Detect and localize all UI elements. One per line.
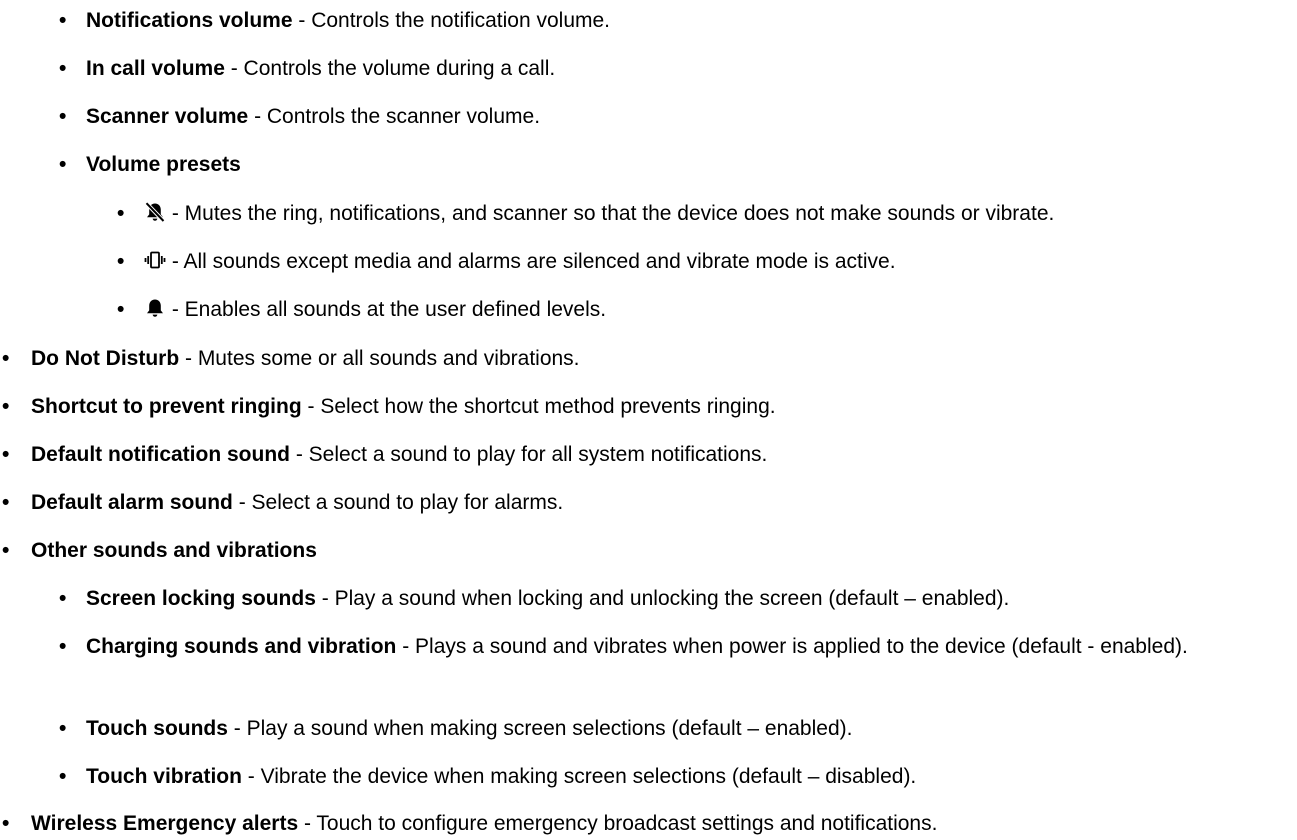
bullet: • bbox=[59, 57, 67, 80]
term-touch-vibration: Touch vibration bbox=[86, 765, 242, 788]
list-item-do-not-disturb: • Do Not Disturb - Mutes some or all sou… bbox=[2, 342, 580, 375]
term-other-sounds: Other sounds and vibrations bbox=[31, 539, 317, 562]
bullet: • bbox=[59, 587, 67, 610]
desc-notifications-volume: - Controls the notification volume. bbox=[292, 9, 611, 32]
term-screen-locking-sounds: Screen locking sounds bbox=[86, 587, 316, 610]
sound-settings-document: • Notifications volume - Controls the no… bbox=[0, 0, 1297, 839]
term-wireless-emergency-alerts: Wireless Emergency alerts bbox=[31, 812, 299, 835]
term-touch-sounds: Touch sounds bbox=[86, 717, 228, 740]
bullet: • bbox=[2, 395, 10, 418]
list-item-preset-sound: • - Enables all sounds at the user defin… bbox=[117, 293, 606, 326]
bullet: • bbox=[59, 105, 67, 128]
bullet: • bbox=[2, 443, 10, 466]
term-default-notification-sound: Default notification sound bbox=[31, 443, 290, 466]
bullet: • bbox=[2, 812, 10, 835]
desc-preset-sound: - Enables all sounds at the user defined… bbox=[166, 298, 607, 321]
bullet: • bbox=[59, 717, 67, 740]
bullet: • bbox=[117, 250, 125, 273]
list-item-in-call-volume: • In call volume - Controls the volume d… bbox=[59, 52, 555, 85]
desc-default-notification-sound: - Select a sound to play for all system … bbox=[289, 443, 768, 466]
term-charging-sounds: Charging sounds and vibration bbox=[86, 635, 397, 658]
bell-off-icon bbox=[144, 201, 166, 223]
desc-wireless-emergency-alerts: - Touch to configure emergency broadcast… bbox=[298, 812, 938, 835]
term-do-not-disturb: Do Not Disturb bbox=[31, 347, 180, 370]
list-item-notifications-volume: • Notifications volume - Controls the no… bbox=[59, 4, 610, 37]
desc-scanner-volume: - Controls the scanner volume. bbox=[248, 105, 541, 128]
bullet: • bbox=[117, 298, 125, 321]
vibrate-icon bbox=[144, 249, 166, 271]
term-notifications-volume: Notifications volume bbox=[86, 9, 293, 32]
term-default-alarm-sound: Default alarm sound bbox=[31, 491, 233, 514]
desc-charging-sounds: - Plays a sound and vibrates when power … bbox=[396, 635, 1188, 658]
term-scanner-volume: Scanner volume bbox=[86, 105, 249, 128]
list-item-screen-locking-sounds: • Screen locking sounds - Play a sound w… bbox=[59, 582, 1009, 615]
bullet: • bbox=[2, 539, 10, 562]
desc-touch-sounds: - Play a sound when making screen select… bbox=[227, 717, 853, 740]
list-item-volume-presets: • Volume presets bbox=[59, 148, 241, 181]
list-item-default-alarm-sound: • Default alarm sound - Select a sound t… bbox=[2, 486, 563, 519]
list-item-touch-vibration: • Touch vibration - Vibrate the device w… bbox=[59, 760, 916, 793]
desc-do-not-disturb: - Mutes some or all sounds and vibration… bbox=[179, 347, 580, 370]
term-in-call-volume: In call volume bbox=[86, 57, 225, 80]
term-volume-presets: Volume presets bbox=[86, 153, 241, 176]
term-shortcut-prevent-ringing: Shortcut to prevent ringing bbox=[31, 395, 302, 418]
desc-in-call-volume: - Controls the volume during a call. bbox=[224, 57, 556, 80]
list-item-charging-sounds: • Charging sounds and vibration - Plays … bbox=[59, 630, 1244, 663]
desc-preset-vibrate: - All sounds except media and alarms are… bbox=[166, 250, 896, 273]
list-item-preset-mute: • - Mutes the ring, notifications, and s… bbox=[117, 197, 1054, 230]
bullet: • bbox=[59, 153, 67, 176]
list-item-touch-sounds: • Touch sounds - Play a sound when makin… bbox=[59, 712, 852, 745]
bullet: • bbox=[59, 9, 67, 32]
list-item-other-sounds: • Other sounds and vibrations bbox=[2, 534, 317, 567]
bell-icon bbox=[144, 297, 166, 319]
desc-preset-mute: - Mutes the ring, notifications, and sca… bbox=[166, 202, 1055, 225]
list-item-wireless-emergency-alerts: • Wireless Emergency alerts - Touch to c… bbox=[2, 807, 937, 840]
bullet: • bbox=[2, 491, 10, 514]
desc-default-alarm-sound: - Select a sound to play for alarms. bbox=[232, 491, 564, 514]
bullet: • bbox=[59, 765, 67, 788]
list-item-scanner-volume: • Scanner volume - Controls the scanner … bbox=[59, 100, 540, 133]
bullet: • bbox=[59, 635, 67, 658]
list-item-shortcut-prevent-ringing: • Shortcut to prevent ringing - Select h… bbox=[2, 390, 776, 423]
bullet: • bbox=[117, 202, 125, 225]
desc-shortcut-prevent-ringing: - Select how the shortcut method prevent… bbox=[301, 395, 776, 418]
list-item-default-notification-sound: • Default notification sound - Select a … bbox=[2, 438, 767, 471]
desc-screen-locking-sounds: - Play a sound when locking and unlockin… bbox=[315, 587, 1010, 610]
list-item-preset-vibrate: • - All sounds except media and alarms a… bbox=[117, 245, 896, 278]
desc-touch-vibration: - Vibrate the device when making screen … bbox=[241, 765, 917, 788]
bullet: • bbox=[2, 347, 10, 370]
